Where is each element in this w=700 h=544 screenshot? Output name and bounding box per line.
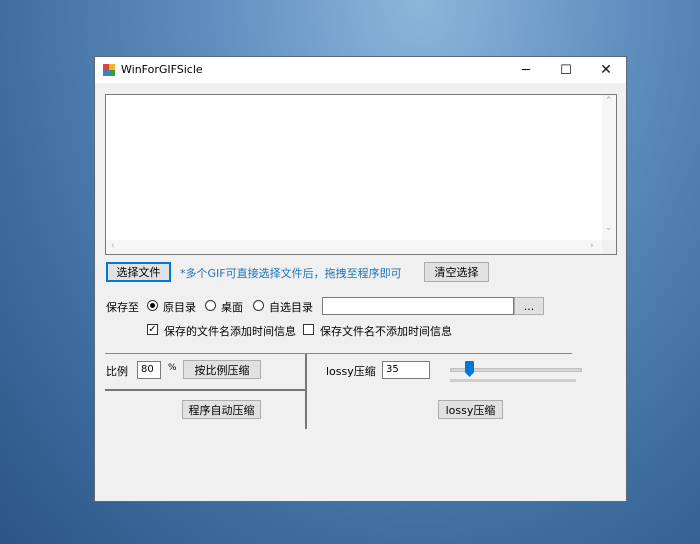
section-divider bbox=[105, 353, 572, 354]
radio-desktop-label[interactable]: 桌面 bbox=[221, 299, 243, 315]
timestamp-checkbox-label[interactable]: 保存的文件名添加时间信息 bbox=[164, 323, 296, 339]
ratio-label: 比例 bbox=[106, 365, 128, 378]
close-button[interactable]: ✕ bbox=[586, 57, 626, 83]
window-title: WinForGIFSicle bbox=[121, 63, 203, 76]
minimize-button[interactable]: ─ bbox=[506, 57, 546, 83]
browse-button[interactable]: ... bbox=[514, 297, 544, 315]
scroll-right-icon[interactable]: › bbox=[590, 241, 594, 251]
app-icon bbox=[103, 64, 115, 76]
scroll-down-icon[interactable]: ⌄ bbox=[605, 223, 613, 233]
maximize-button[interactable]: ☐ bbox=[546, 57, 586, 83]
lossy-label: lossy压缩 bbox=[326, 365, 376, 378]
scroll-left-icon[interactable]: ‹ bbox=[111, 241, 115, 251]
radio-custom-dir-label[interactable]: 自选目录 bbox=[269, 299, 313, 315]
save-to-label: 保存至 bbox=[106, 301, 139, 314]
radio-original-dir[interactable] bbox=[147, 300, 158, 311]
vertical-divider bbox=[305, 354, 307, 429]
no-timestamp-checkbox[interactable] bbox=[303, 324, 314, 335]
scrollbar-corner bbox=[602, 240, 616, 254]
radio-desktop[interactable] bbox=[205, 300, 216, 311]
lossy-compress-button[interactable]: lossy压缩 bbox=[438, 400, 503, 419]
timestamp-checkbox[interactable]: ✓ bbox=[147, 324, 158, 335]
radio-custom-dir[interactable] bbox=[253, 300, 264, 311]
clear-selection-button[interactable]: 清空选择 bbox=[424, 262, 489, 282]
vertical-scrollbar[interactable]: ⌃ ⌄ bbox=[602, 95, 616, 240]
file-list-textbox[interactable]: ⌃ ⌄ ‹ › bbox=[105, 94, 617, 255]
scroll-up-icon[interactable]: ⌃ bbox=[605, 96, 613, 106]
title-bar[interactable]: WinForGIFSicle ─ ☐ ✕ bbox=[95, 57, 626, 83]
save-path-input[interactable] bbox=[322, 297, 514, 315]
app-window: WinForGIFSicle ─ ☐ ✕ ⌃ ⌄ ‹ › 选择文件 *多个GIF… bbox=[94, 56, 627, 502]
drag-hint-text: *多个GIF可直接选择文件后，拖拽至程序即可 bbox=[180, 267, 402, 280]
radio-original-dir-label[interactable]: 原目录 bbox=[163, 299, 196, 315]
lossy-input[interactable]: 35 bbox=[382, 361, 430, 379]
lossy-slider-thumb[interactable] bbox=[465, 361, 474, 377]
lossy-slider-ticks bbox=[450, 379, 576, 382]
percent-label: % bbox=[168, 363, 177, 373]
select-file-button[interactable]: 选择文件 bbox=[106, 262, 171, 282]
ratio-input[interactable]: 80 bbox=[137, 361, 161, 379]
auto-compress-button[interactable]: 程序自动压缩 bbox=[182, 400, 261, 419]
horizontal-scrollbar[interactable]: ‹ › bbox=[106, 240, 602, 254]
ratio-compress-button[interactable]: 按比例压缩 bbox=[183, 360, 261, 379]
no-timestamp-checkbox-label[interactable]: 保存文件名不添加时间信息 bbox=[320, 323, 452, 339]
ratio-divider bbox=[105, 389, 305, 391]
